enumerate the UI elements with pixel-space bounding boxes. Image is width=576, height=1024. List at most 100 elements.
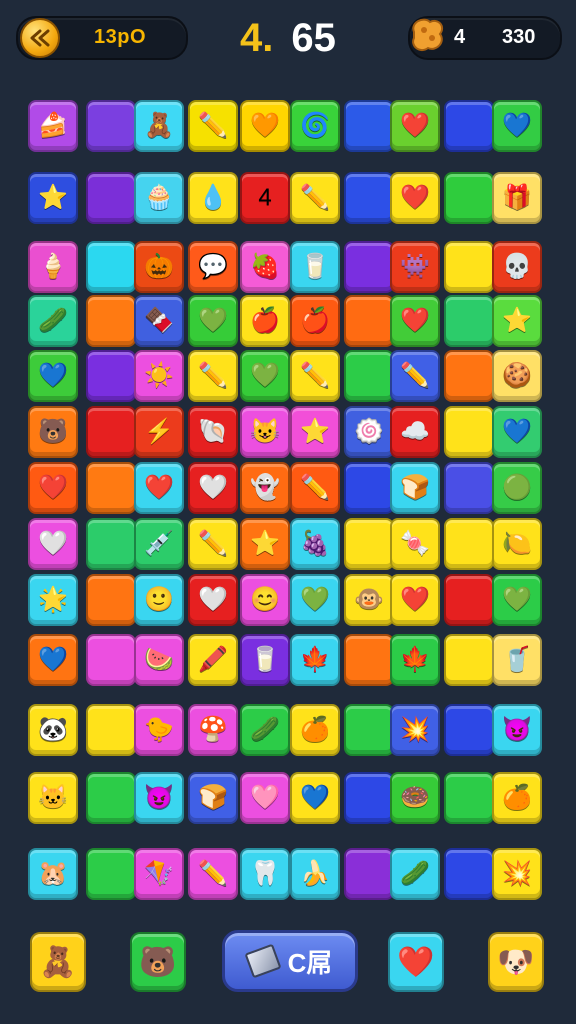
booster-teddy-button[interactable]: 🧸: [30, 932, 86, 992]
tile-r2-c4[interactable]: 🍓: [240, 241, 290, 293]
tile-r4-c8[interactable]: [444, 350, 494, 402]
tile-r9-c7[interactable]: 🍁: [390, 634, 440, 686]
tile-r5-c1[interactable]: [86, 406, 136, 458]
tile-r0-c9[interactable]: 💙: [492, 100, 542, 152]
tile-r9-c3[interactable]: 🖍️: [188, 634, 238, 686]
tile-r2-c1[interactable]: [86, 241, 136, 293]
tile-r3-c2[interactable]: 🍫: [134, 295, 184, 347]
tile-r4-c7[interactable]: ✏️: [390, 350, 440, 402]
tile-r2-c2[interactable]: 🎃: [134, 241, 184, 293]
tile-r6-c9[interactable]: 🟢: [492, 462, 542, 514]
tile-r8-c6[interactable]: 🐵: [344, 574, 394, 626]
tile-r6-c5[interactable]: ✏️: [290, 462, 340, 514]
tile-r7-c3[interactable]: ✏️: [188, 518, 238, 570]
tile-r4-c1[interactable]: [86, 350, 136, 402]
tile-r3-c7[interactable]: ❤️: [390, 295, 440, 347]
tile-r0-c6[interactable]: [344, 100, 394, 152]
tile-r3-c8[interactable]: [444, 295, 494, 347]
tile-r7-c4[interactable]: ⭐: [240, 518, 290, 570]
tile-r5-c7[interactable]: ☁️: [390, 406, 440, 458]
tile-r8-c8[interactable]: [444, 574, 494, 626]
tile-r1-c3[interactable]: 💧: [188, 172, 238, 224]
tile-r1-c5[interactable]: ✏️: [290, 172, 340, 224]
tile-r12-c0[interactable]: 🐹: [28, 848, 78, 900]
tile-r7-c0[interactable]: 🤍: [28, 518, 78, 570]
tile-r10-c2[interactable]: 🐤: [134, 704, 184, 756]
tile-r7-c1[interactable]: [86, 518, 136, 570]
tile-r5-c9[interactable]: 💙: [492, 406, 542, 458]
tile-r4-c5[interactable]: ✏️: [290, 350, 340, 402]
tile-r7-c7[interactable]: 🍬: [390, 518, 440, 570]
tile-r2-c3[interactable]: 💬: [188, 241, 238, 293]
tile-r8-c4[interactable]: 😊: [240, 574, 290, 626]
tile-r11-c3[interactable]: 🍞: [188, 772, 238, 824]
tile-r6-c6[interactable]: [344, 462, 394, 514]
tile-r10-c4[interactable]: 🥒: [240, 704, 290, 756]
tile-r9-c0[interactable]: 💙: [28, 634, 78, 686]
tile-r9-c8[interactable]: [444, 634, 494, 686]
tile-r8-c2[interactable]: 🙂: [134, 574, 184, 626]
tile-r11-c6[interactable]: [344, 772, 394, 824]
tile-r6-c4[interactable]: 👻: [240, 462, 290, 514]
tile-r11-c2[interactable]: 😈: [134, 772, 184, 824]
tile-r11-c0[interactable]: 🐱: [28, 772, 78, 824]
booster-heart-button[interactable]: ❤️: [388, 932, 444, 992]
tile-r10-c7[interactable]: 💥: [390, 704, 440, 756]
tile-r7-c2[interactable]: 💉: [134, 518, 184, 570]
tile-r7-c6[interactable]: [344, 518, 394, 570]
tile-r5-c2[interactable]: ⚡: [134, 406, 184, 458]
tile-r4-c9[interactable]: 🍪: [492, 350, 542, 402]
tile-r10-c5[interactable]: 🍊: [290, 704, 340, 756]
tile-r12-c5[interactable]: 🍌: [290, 848, 340, 900]
tile-r1-c9[interactable]: 🎁: [492, 172, 542, 224]
tile-r12-c6[interactable]: [344, 848, 394, 900]
tile-r4-c0[interactable]: 💙: [28, 350, 78, 402]
tile-r5-c6[interactable]: 🍥: [344, 406, 394, 458]
tile-r12-c1[interactable]: [86, 848, 136, 900]
tile-r8-c7[interactable]: ❤️: [390, 574, 440, 626]
tile-r6-c2[interactable]: ❤️: [134, 462, 184, 514]
tile-r3-c5[interactable]: 🍎: [290, 295, 340, 347]
tile-r2-c0[interactable]: 🍦: [28, 241, 78, 293]
tile-r3-c1[interactable]: [86, 295, 136, 347]
stars-counter[interactable]: 4 330: [408, 16, 562, 60]
tile-r6-c7[interactable]: 🍞: [390, 462, 440, 514]
booster-bear-button[interactable]: 🐻: [130, 932, 186, 992]
tile-r5-c0[interactable]: 🐻: [28, 406, 78, 458]
tile-r10-c6[interactable]: [344, 704, 394, 756]
tile-r0-c8[interactable]: [444, 100, 494, 152]
tile-r1-c2[interactable]: 🧁: [134, 172, 184, 224]
tile-r4-c6[interactable]: [344, 350, 394, 402]
tile-r11-c1[interactable]: [86, 772, 136, 824]
tile-r0-c5[interactable]: 🌀: [290, 100, 340, 152]
shuffle-button[interactable]: C屌: [222, 930, 358, 992]
tile-r0-c4[interactable]: 🧡: [240, 100, 290, 152]
tile-r10-c9[interactable]: 😈: [492, 704, 542, 756]
tile-r7-c9[interactable]: 🍋: [492, 518, 542, 570]
tile-r12-c4[interactable]: 🦷: [240, 848, 290, 900]
tile-r8-c9[interactable]: 💚: [492, 574, 542, 626]
tile-r2-c9[interactable]: 💀: [492, 241, 542, 293]
tile-r12-c9[interactable]: 💥: [492, 848, 542, 900]
tile-r4-c2[interactable]: ☀️: [134, 350, 184, 402]
tile-r11-c8[interactable]: [444, 772, 494, 824]
tile-r6-c8[interactable]: [444, 462, 494, 514]
tile-r5-c8[interactable]: [444, 406, 494, 458]
tile-r3-c6[interactable]: [344, 295, 394, 347]
tile-r11-c4[interactable]: 🩷: [240, 772, 290, 824]
coin-counter[interactable]: 13pO: [16, 16, 188, 60]
tile-r0-c7[interactable]: ❤️: [390, 100, 440, 152]
tile-r8-c1[interactable]: [86, 574, 136, 626]
tile-r5-c4[interactable]: 😺: [240, 406, 290, 458]
tile-r9-c4[interactable]: 🥛: [240, 634, 290, 686]
tile-r9-c9[interactable]: 🥤: [492, 634, 542, 686]
tile-r1-c7[interactable]: ❤️: [390, 172, 440, 224]
tile-r0-c0[interactable]: 🍰: [28, 100, 78, 152]
tile-r12-c3[interactable]: ✏️: [188, 848, 238, 900]
tile-r6-c3[interactable]: 🤍: [188, 462, 238, 514]
tile-r9-c6[interactable]: [344, 634, 394, 686]
tile-r5-c5[interactable]: ⭐: [290, 406, 340, 458]
tile-r10-c0[interactable]: 🐼: [28, 704, 78, 756]
tile-r2-c5[interactable]: 🥛: [290, 241, 340, 293]
tile-r9-c1[interactable]: [86, 634, 136, 686]
